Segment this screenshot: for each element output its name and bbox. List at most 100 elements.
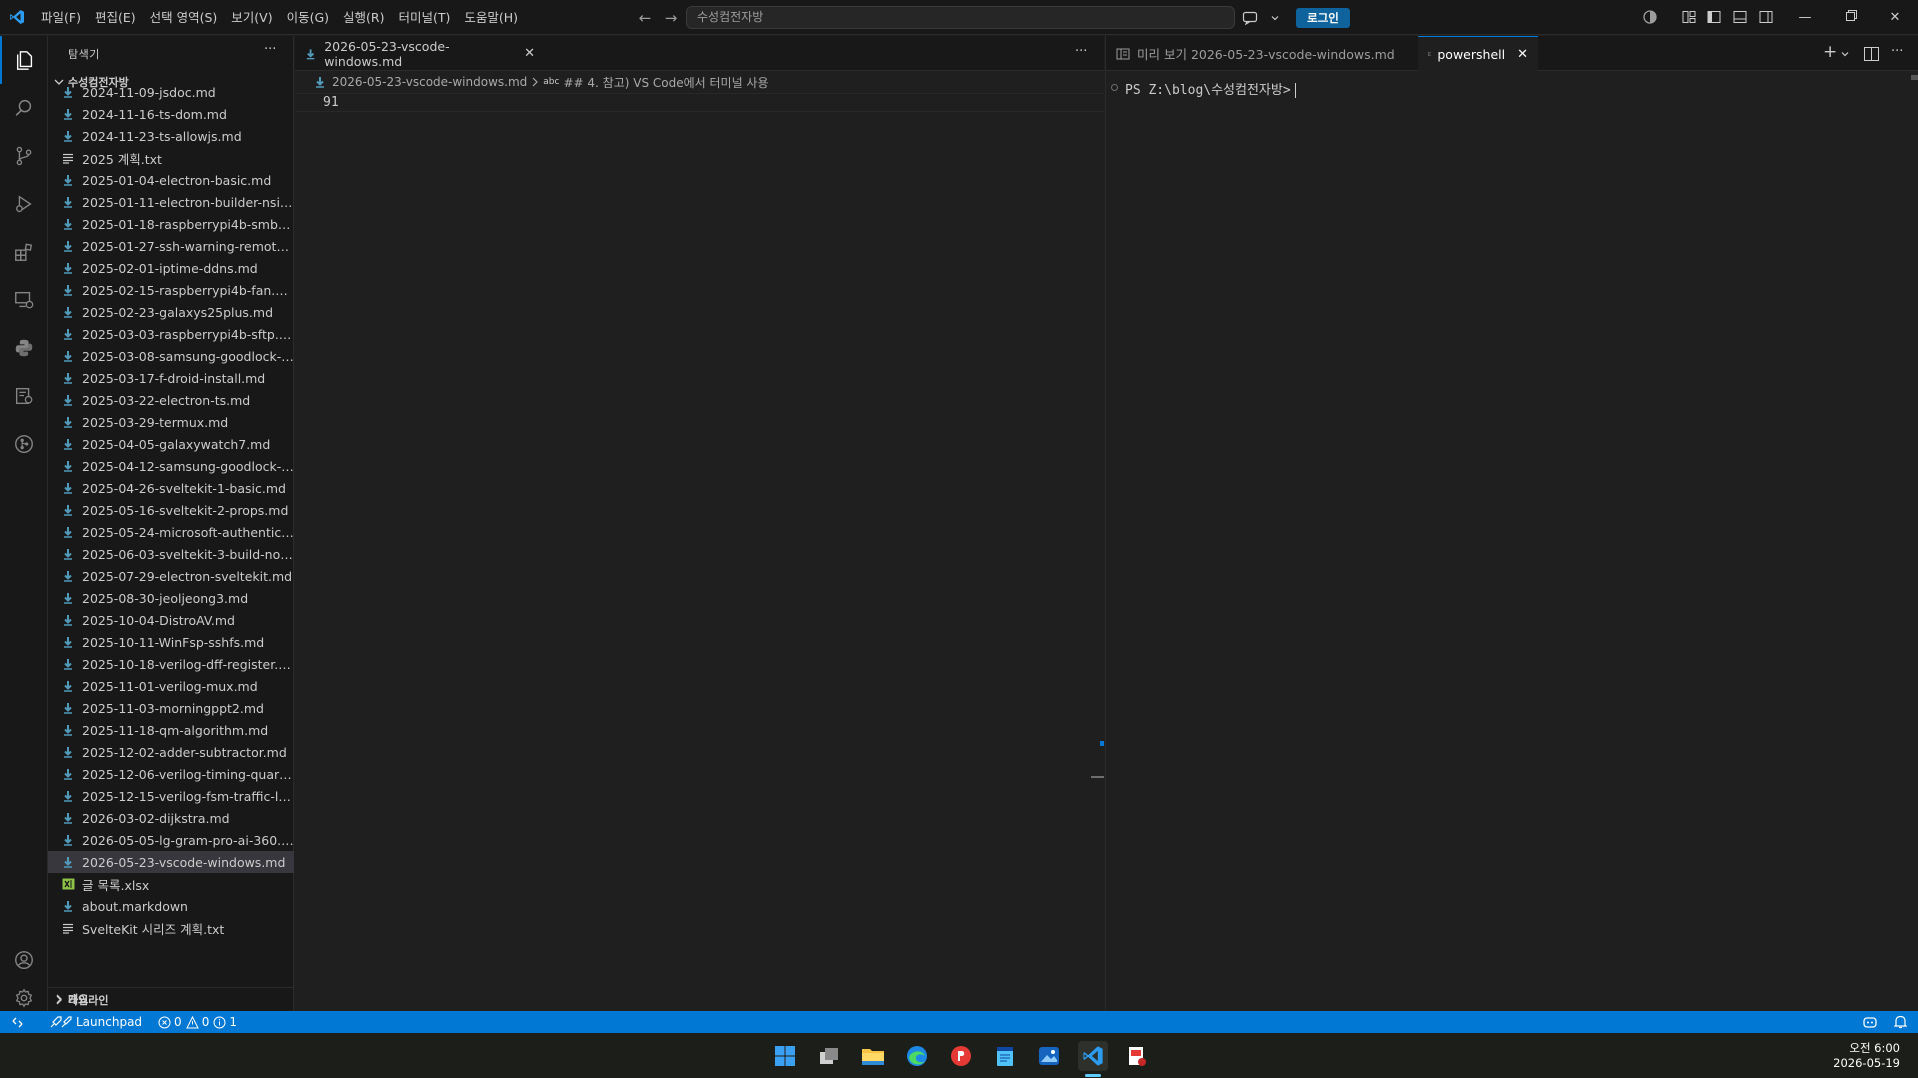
breadcrumb-section[interactable]: ## 4. 참고) VS Code에서 터미널 사용 — [563, 74, 768, 91]
customize-layout-icon[interactable] — [1681, 9, 1699, 25]
system-clock[interactable]: 오전 6:00 2026-05-19 — [1833, 1041, 1900, 1071]
file-item[interactable]: 2025-05-24-microsoft-authenticato... — [48, 521, 294, 543]
menu-file[interactable]: 파일(F) — [34, 0, 88, 35]
photos-icon[interactable] — [1034, 1041, 1064, 1071]
tab-preview[interactable]: 미리 보기 2026-05-23-vscode-windows.md — [1106, 36, 1411, 71]
notepad-icon[interactable] — [990, 1041, 1020, 1071]
gear-icon[interactable] — [0, 984, 48, 1012]
chat-button[interactable] — [1236, 7, 1286, 28]
file-item[interactable]: 2025-03-22-electron-ts.md — [48, 389, 294, 411]
source-control-icon[interactable] — [0, 132, 48, 180]
toggle-panel-icon[interactable] — [1732, 9, 1750, 25]
more-actions-icon[interactable]: ··· — [264, 42, 276, 57]
file-item[interactable]: 2025-10-18-verilog-dff-register.md — [48, 653, 294, 675]
file-item[interactable]: 2025-04-12-samsung-goodlock-ca... — [48, 455, 294, 477]
tab-markdown-file[interactable]: 2026-05-23-vscode-windows.md ✕ — [295, 36, 545, 71]
file-item[interactable]: 2024-11-23-ts-allowjs.md — [48, 125, 294, 147]
terminal-scrollbar[interactable] — [1911, 75, 1918, 80]
windows-start-icon[interactable] — [770, 1041, 800, 1071]
file-item[interactable]: 2025 계획.txt — [48, 147, 294, 169]
file-item[interactable]: 2025-11-03-morningppt2.md — [48, 697, 294, 719]
remote-explorer-icon[interactable] — [0, 276, 48, 324]
nav-back-icon[interactable]: ← — [634, 7, 656, 29]
file-item[interactable]: 2025-01-11-electron-builder-nsis.md — [48, 191, 294, 213]
file-item[interactable]: 2025-08-30-jeoljeong3.md — [48, 587, 294, 609]
file-item[interactable]: 2025-07-29-electron-sveltekit.md — [48, 565, 294, 587]
vscode-taskbar-icon[interactable] — [1078, 1041, 1108, 1071]
tab-terminal[interactable]: powershell ✕ — [1418, 36, 1538, 71]
problems-indicator[interactable]: 0 0 1 — [152, 1015, 243, 1029]
command-center-search[interactable]: 수성컴전자방 — [686, 6, 1235, 29]
run-debug-icon[interactable] — [0, 180, 48, 228]
file-item[interactable]: 2024-11-16-ts-dom.md — [48, 103, 294, 125]
menu-help[interactable]: 도움말(H) — [457, 0, 525, 35]
copilot-status-icon[interactable] — [1862, 1015, 1878, 1032]
file-item[interactable]: 2025-06-03-sveltekit-3-build-node.... — [48, 543, 294, 565]
explorer-icon[interactable] — [0, 36, 48, 84]
file-item[interactable]: 2025-02-23-galaxys25plus.md — [48, 301, 294, 323]
bell-icon[interactable] — [1893, 1015, 1908, 1032]
copilot-icon[interactable] — [1642, 9, 1660, 25]
file-item[interactable]: 2024-11-09-jsdoc.md — [48, 81, 294, 103]
file-item[interactable]: 2026-05-23-vscode-windows.md — [48, 851, 294, 873]
python-icon[interactable] — [0, 324, 48, 372]
file-item[interactable]: 2025-03-29-termux.md — [48, 411, 294, 433]
task-view-icon[interactable] — [814, 1041, 844, 1071]
close-icon[interactable]: ✕ — [524, 46, 535, 61]
extensions-icon[interactable] — [0, 228, 48, 276]
file-item[interactable]: 2025-03-17-f-droid-install.md — [48, 367, 294, 389]
toggle-secondary-sidebar-icon[interactable] — [1758, 9, 1776, 25]
close-window-icon[interactable]: ✕ — [1872, 0, 1918, 35]
gitlens-icon[interactable] — [0, 420, 48, 468]
split-editor-icon[interactable] — [1864, 47, 1879, 61]
file-item[interactable]: SvelteKit 시리즈 계획.txt — [48, 917, 294, 939]
restore-icon[interactable] — [1828, 0, 1874, 35]
file-item[interactable]: 2025-02-01-iptime-ddns.md — [48, 257, 294, 279]
menu-run[interactable]: 실행(R) — [336, 0, 391, 35]
file-item[interactable]: 2025-10-11-WinFsp-sshfs.md — [48, 631, 294, 653]
file-item[interactable]: 2025-01-27-ssh-warning-remote-h... — [48, 235, 294, 257]
remote-indicator[interactable] — [0, 1011, 34, 1033]
login-button[interactable]: 로그인 — [1296, 8, 1350, 28]
file-item[interactable]: 2025-11-01-verilog-mux.md — [48, 675, 294, 697]
chevron-down-icon[interactable] — [1840, 49, 1850, 59]
minimize-icon[interactable]: — — [1782, 0, 1828, 35]
file-item[interactable]: 2025-03-08-samsung-goodlock-mu... — [48, 345, 294, 367]
file-item[interactable]: 2025-01-04-electron-basic.md — [48, 169, 294, 191]
file-explorer-icon[interactable] — [858, 1041, 888, 1071]
new-terminal-icon[interactable]: + — [1823, 42, 1837, 62]
file-item[interactable]: 2025-04-26-sveltekit-1-basic.md — [48, 477, 294, 499]
file-item[interactable]: 2025-12-15-verilog-fsm-traffic-light... — [48, 785, 294, 807]
testing-icon[interactable] — [0, 372, 48, 420]
terminal-output[interactable]: PS Z:\blog\수성컴전자방> — [1106, 71, 1918, 1011]
file-item[interactable]: 2025-12-02-adder-subtractor.md — [48, 741, 294, 763]
file-item[interactable]: 2025-03-03-raspberrypi4b-sftp.md — [48, 323, 294, 345]
menu-edit[interactable]: 편집(E) — [88, 0, 143, 35]
launchpad-item[interactable]: Launchpad — [44, 1015, 148, 1029]
accounts-icon[interactable] — [0, 936, 48, 984]
split-handle[interactable] — [1100, 741, 1104, 746]
file-item[interactable]: 2025-10-04-DistroAV.md — [48, 609, 294, 631]
editor-more-icon[interactable]: ··· — [1075, 44, 1087, 59]
file-item[interactable]: 2025-05-16-sveltekit-2-props.md — [48, 499, 294, 521]
snipping-tool-icon[interactable] — [1122, 1041, 1152, 1071]
close-icon[interactable]: ✕ — [1517, 47, 1528, 62]
edge-icon[interactable] — [902, 1041, 932, 1071]
editor-scrollbar[interactable] — [1091, 776, 1104, 778]
file-item[interactable]: 2025-11-18-qm-algorithm.md — [48, 719, 294, 741]
search-icon[interactable] — [0, 84, 48, 132]
file-item[interactable]: 2025-01-18-raspberrypi4b-smb.md — [48, 213, 294, 235]
nav-forward-icon[interactable]: → — [660, 7, 682, 29]
file-item[interactable]: 2026-03-02-dijkstra.md — [48, 807, 294, 829]
menu-terminal[interactable]: 터미널(T) — [392, 0, 458, 35]
file-item[interactable]: 2025-12-06-verilog-timing-quartus.... — [48, 763, 294, 785]
menu-go[interactable]: 이동(G) — [280, 0, 336, 35]
file-item[interactable]: 2025-04-05-galaxywatch7.md — [48, 433, 294, 455]
menu-view[interactable]: 보기(V) — [224, 0, 279, 35]
file-item[interactable]: 2026-05-05-lg-gram-pro-ai-360.md — [48, 829, 294, 851]
breadcrumb-file[interactable]: 2026-05-23-vscode-windows.md — [332, 75, 527, 89]
toggle-primary-sidebar-icon[interactable] — [1706, 9, 1724, 25]
file-item[interactable]: about.markdown — [48, 895, 294, 917]
file-item[interactable]: 2025-02-15-raspberrypi4b-fan.md — [48, 279, 294, 301]
timeline-section[interactable]: 타임라인 — [48, 994, 294, 1011]
